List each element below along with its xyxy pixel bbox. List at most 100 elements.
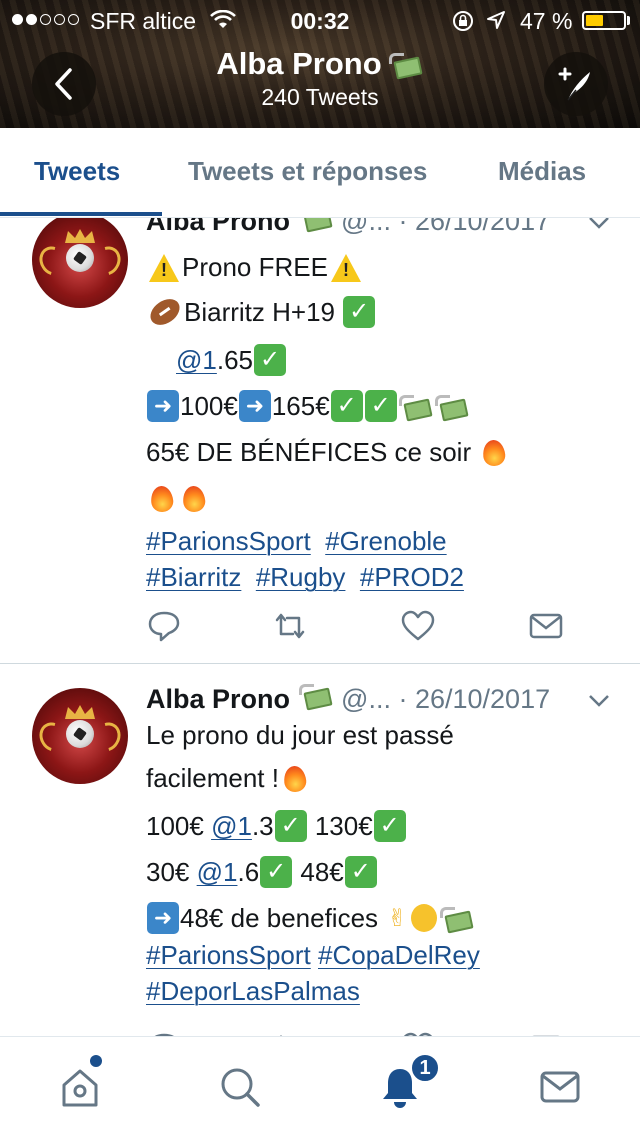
- compose-tweet-button[interactable]: [544, 52, 608, 116]
- battery-icon: [582, 11, 626, 30]
- tweet-date: · 26/10/2017: [398, 684, 551, 714]
- money-wings-emoji: [434, 393, 469, 419]
- hashtag-link[interactable]: #CopaDelRey: [318, 940, 480, 971]
- tweet-text-line: 65€ DE BÉNÉFICES ce soir: [146, 436, 510, 468]
- check-mark-emoji: ✓: [254, 344, 287, 376]
- battery-percent: 47 %: [520, 8, 573, 34]
- tweet-text-line: ➜ 48€ de benefices ✌: [146, 902, 475, 934]
- avatar[interactable]: [32, 688, 128, 784]
- tweet-text-line: ➜ 100€ ➜ 165€ ✓ ✓: [146, 390, 470, 422]
- tweet-text: 48€ de benefices: [180, 902, 379, 933]
- like-heart-icon[interactable]: [400, 608, 436, 644]
- tweet[interactable]: Alba Prono @... · 26/10/2017 Prono FREE …: [0, 218, 640, 664]
- bottom-tab-bar: 1: [0, 1036, 640, 1136]
- tweet-text: Biarritz H+19: [184, 296, 335, 327]
- soccer-ball-icon: [66, 244, 94, 272]
- status-bar: SFR altice 00:32 47 %: [0, 0, 640, 40]
- soccer-ball-icon: [66, 720, 94, 748]
- check-mark-emoji: ✓: [343, 296, 376, 328]
- tweet-text: 100€: [146, 810, 212, 841]
- tab-media[interactable]: Médias: [498, 156, 586, 187]
- tab-tweets[interactable]: Tweets: [34, 156, 120, 187]
- tweet-feed[interactable]: Alba Prono @... · 26/10/2017 Prono FREE …: [0, 218, 640, 1036]
- chevron-down-icon[interactable]: [588, 694, 610, 708]
- tweet-text-line: facilement !: [146, 762, 311, 794]
- rotation-lock-icon: [453, 11, 473, 31]
- tweet-text: .65: [216, 344, 254, 375]
- active-tab-indicator: [0, 212, 162, 216]
- hashtag-link[interactable]: #Rugby: [256, 562, 346, 593]
- search-tab[interactable]: [216, 1063, 264, 1111]
- tweet[interactable]: Alba Prono @... · 26/10/2017 Le prono du…: [0, 664, 640, 1036]
- retweet-icon[interactable]: [272, 608, 308, 644]
- profile-tabs: Tweets Tweets et réponses Médias: [0, 128, 640, 218]
- tweet-author-handle[interactable]: @...: [341, 684, 391, 714]
- check-mark-emoji: ✓: [274, 810, 307, 842]
- hashtag-link[interactable]: #DeporLasPalmas: [146, 976, 360, 1007]
- tweet-text-line: @1 .65 ✓: [176, 344, 287, 376]
- victory-hand-emoji: ✌: [387, 904, 408, 932]
- search-icon: [221, 1068, 260, 1107]
- tab-tweets-and-replies[interactable]: Tweets et réponses: [188, 156, 427, 187]
- battery-level: [586, 15, 603, 26]
- fire-emoji: [149, 482, 175, 514]
- tweet-text-line: Biarritz H+19 ✓: [145, 293, 376, 331]
- tweet-text: 30€: [146, 856, 197, 887]
- tweet-text: 65€ DE BÉNÉFICES ce soir: [146, 436, 472, 467]
- check-mark-emoji: ✓: [260, 856, 293, 888]
- tweet-text-line: Le prono du jour est passé: [146, 720, 454, 751]
- tweet-text: Le prono du jour est passé: [146, 720, 454, 750]
- reply-icon[interactable]: [146, 608, 182, 644]
- direct-message-icon[interactable]: [528, 608, 564, 644]
- mention-link[interactable]: @1: [176, 345, 217, 376]
- new-content-dot: [90, 1055, 102, 1067]
- tweet-author-name[interactable]: Alba Prono: [146, 218, 290, 236]
- check-mark-emoji: ✓: [364, 390, 397, 422]
- check-mark-emoji: ✓: [373, 810, 406, 842]
- profile-header: SFR altice 00:32 47 % Alba Prono 240 Twe…: [0, 0, 640, 128]
- hashtag-link[interactable]: #ParionsSport: [146, 526, 311, 557]
- tweet-actions: [146, 608, 576, 644]
- mention-link[interactable]: @1: [211, 811, 252, 842]
- tweet-text: 165€: [271, 390, 330, 421]
- tweet-header: Alba Prono @... · 26/10/2017: [146, 218, 550, 237]
- check-mark-emoji: ✓: [344, 856, 377, 888]
- ok-hand-emoji: [411, 904, 438, 932]
- tweet-text: .6: [237, 856, 260, 887]
- hashtag-link[interactable]: #PROD2: [360, 562, 464, 593]
- tweet-author-handle[interactable]: @...: [341, 218, 391, 236]
- tweet-text-line: 30€ @1 .6 ✓ 48€ ✓: [146, 856, 378, 888]
- messages-tab[interactable]: [536, 1063, 584, 1111]
- hashtag-link[interactable]: #ParionsSport: [146, 940, 311, 971]
- home-tab[interactable]: [56, 1063, 104, 1111]
- money-wings-emoji: [388, 51, 423, 77]
- money-wings-emoji: [440, 905, 474, 931]
- right-arrow-emoji: ➜: [147, 390, 179, 422]
- money-wings-emoji: [398, 393, 433, 419]
- tweet-text: .3: [251, 810, 274, 841]
- mention-link[interactable]: @1: [197, 857, 238, 888]
- profile-name-row: Alba Prono: [216, 46, 423, 82]
- crown-icon: [65, 705, 95, 719]
- tweet-text-line: Prono FREE: [146, 252, 364, 283]
- right-arrow-emoji: ➜: [147, 902, 179, 934]
- messages-icon: [540, 1071, 580, 1103]
- fire-emoji: [181, 482, 207, 514]
- tweet-author-name[interactable]: Alba Prono: [146, 684, 290, 714]
- hashtag-link[interactable]: #Grenoble: [325, 526, 446, 557]
- tweet-text: facilement !: [146, 762, 279, 793]
- tweet-header: Alba Prono @... · 26/10/2017: [146, 682, 550, 715]
- chevron-down-icon[interactable]: [588, 218, 610, 230]
- rugby-ball-emoji: [145, 293, 185, 331]
- tweet-text: 48€: [293, 856, 344, 887]
- tweet-text-line: [146, 482, 210, 514]
- fire-emoji: [282, 762, 308, 794]
- location-arrow-icon: [487, 11, 505, 29]
- money-wings-emoji: [299, 218, 333, 230]
- tweet-text: 100€: [180, 390, 238, 421]
- avatar[interactable]: [32, 218, 128, 308]
- hashtag-link[interactable]: #Biarritz: [146, 562, 241, 593]
- notification-badge: 1: [410, 1053, 440, 1083]
- money-wings-emoji: [298, 682, 333, 708]
- tweet-text: 130€: [307, 810, 373, 841]
